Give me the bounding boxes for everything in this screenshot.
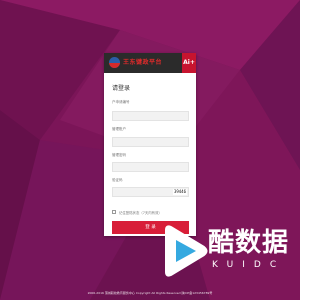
watermark-text: 酷数据 — [208, 228, 290, 258]
watermark: 酷数据 KUIDC — [158, 220, 296, 284]
captcha-image[interactable]: 39446 — [172, 189, 187, 195]
username-label: 户申请编号 — [112, 100, 130, 104]
username-input[interactable] — [112, 111, 189, 121]
watermark-play-icon — [165, 225, 208, 277]
captcha-field[interactable]: 39446 — [112, 187, 189, 197]
remember-label: 记住登陆状态（7天内有效） — [119, 210, 162, 215]
remember-checkbox[interactable] — [112, 210, 116, 214]
brand-logo-icon — [109, 57, 120, 68]
card-header: 王东键政平台 Ai+ — [104, 53, 196, 73]
password-input[interactable] — [112, 137, 189, 147]
password-label: 管理账户 — [112, 127, 126, 131]
footer-copyright: 2006-2016 蒲城职校教育服务中心 Copyright All Right… — [87, 291, 213, 295]
watermark-subtext: KUIDC — [212, 260, 286, 270]
password2-label: 管理密码 — [112, 153, 126, 157]
login-card: 王东键政平台 Ai+ 请登录 户申请编号 管理账户 管理密码 验证码 39446… — [104, 53, 196, 236]
brand-badge: Ai+ — [182, 53, 196, 73]
password2-input[interactable] — [112, 162, 189, 172]
brand-name: 王东键政平台 — [123, 59, 163, 66]
form-title: 请登录 — [112, 85, 131, 92]
captcha-label: 验证码 — [112, 178, 123, 182]
